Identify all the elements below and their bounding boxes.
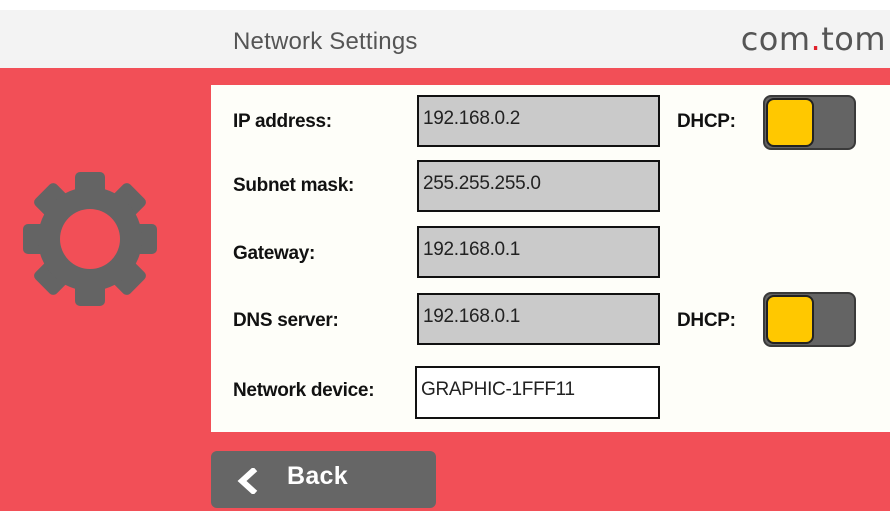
dns-server-label: DNS server: (233, 310, 339, 331)
gear-icon (23, 172, 157, 306)
subnet-mask-label: Subnet mask: (233, 175, 354, 196)
logo-prefix: com (740, 20, 811, 58)
dns-dhcp-toggle[interactable] (763, 292, 856, 347)
logo-dot: . (810, 20, 822, 58)
network-device-field[interactable]: GRAPHIC-1FFF11 (415, 366, 660, 419)
back-button[interactable]: Back (211, 451, 436, 508)
ip-dhcp-toggle[interactable] (763, 95, 856, 150)
dns-dhcp-label: DHCP: (677, 310, 736, 331)
chevron-left-icon (237, 468, 258, 494)
page-title: Network Settings (233, 28, 418, 55)
ip-address-field[interactable]: 192.168.0.2 (417, 95, 660, 147)
toggle-knob (766, 295, 814, 344)
header-bar: Network Settings com.tom (0, 0, 890, 68)
subnet-mask-field[interactable]: 255.255.255.0 (417, 160, 660, 212)
back-button-label: Back (287, 462, 348, 490)
brand-logo: com.tom (741, 20, 886, 58)
ip-dhcp-label: DHCP: (677, 111, 736, 132)
logo-suffix: tom (821, 20, 886, 58)
dns-server-field[interactable]: 192.168.0.1 (417, 293, 660, 345)
gateway-label: Gateway: (233, 243, 316, 264)
toggle-knob (766, 98, 814, 147)
ip-address-label: IP address: (233, 111, 332, 132)
gateway-field[interactable]: 192.168.0.1 (417, 226, 660, 278)
network-device-label: Network device: (233, 380, 375, 401)
